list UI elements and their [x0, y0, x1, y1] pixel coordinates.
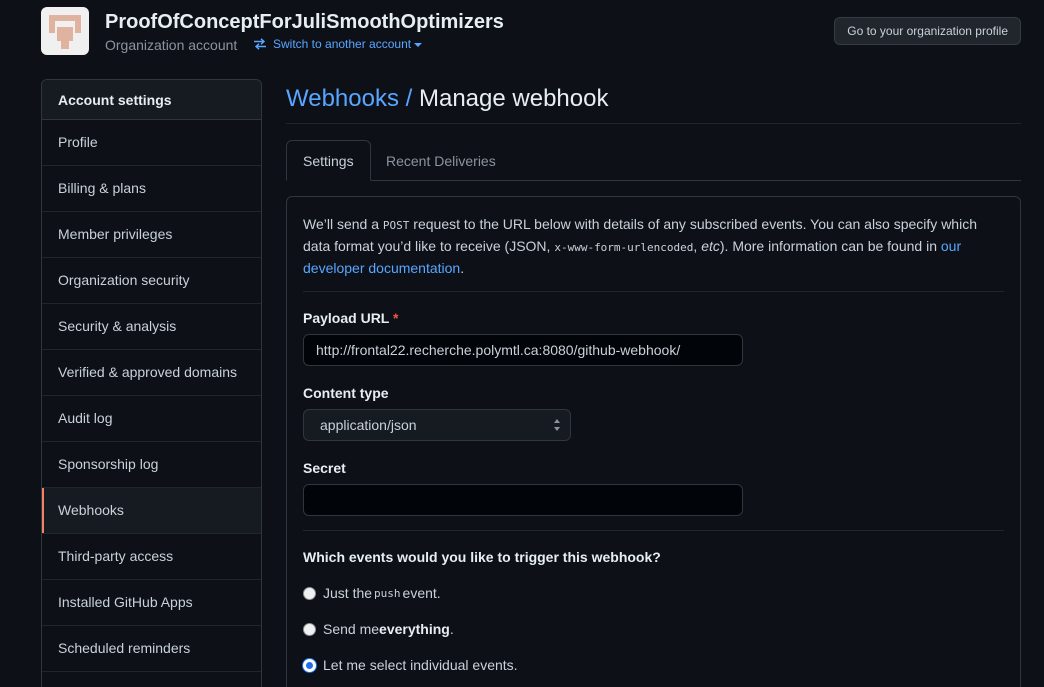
radio-just-push[interactable]: Just the push event.: [303, 583, 1004, 603]
sidebar-item-security-analysis[interactable]: Security & analysis: [42, 304, 261, 350]
radio-select-individual[interactable]: Let me select individual events.: [303, 655, 1004, 675]
sidebar-heading: Account settings: [42, 80, 261, 120]
arrow-switch-icon: [254, 38, 266, 50]
payload-url-input[interactable]: http://frontal22.recherche.polymtl.ca:80…: [303, 334, 743, 366]
payload-url-label: Payload URL *: [303, 310, 399, 326]
sidebar-item-billing[interactable]: Billing & plans: [42, 166, 261, 212]
secret-input[interactable]: [303, 484, 743, 516]
main-content: Webhooks / Manage webhook Settings Recen…: [286, 79, 1021, 687]
sidebar-item-installed-apps[interactable]: Installed GitHub Apps: [42, 580, 261, 626]
webhook-form: We’ll send a POST request to the URL bel…: [286, 196, 1021, 687]
org-account-type: Organization account: [105, 37, 238, 53]
sidebar-item-profile[interactable]: Profile: [42, 120, 261, 166]
sidebar-item-webhooks[interactable]: Webhooks: [42, 488, 261, 534]
secret-label: Secret: [303, 460, 346, 476]
divider: [303, 530, 1004, 531]
events-question: Which events would you like to trigger t…: [303, 549, 661, 565]
sidebar-item-sponsorship-log[interactable]: Sponsorship log: [42, 442, 261, 488]
sidebar-item-verified-domains[interactable]: Verified & approved domains: [42, 350, 261, 396]
org-avatar[interactable]: [41, 7, 89, 55]
tab-bar: Settings Recent Deliveries: [286, 140, 1021, 181]
post-method-code: POST: [382, 219, 410, 232]
switch-account-link[interactable]: Switch to another account: [253, 37, 423, 51]
radio-button-checked[interactable]: [303, 658, 316, 672]
tab-recent-deliveries[interactable]: Recent Deliveries: [370, 140, 512, 181]
sidebar-item-scheduled-reminders[interactable]: Scheduled reminders: [42, 626, 261, 672]
format-code: x-www-form-urlencoded: [554, 241, 694, 254]
radio-button[interactable]: [303, 622, 316, 636]
sidebar-item-organization-security[interactable]: Organization security: [42, 258, 261, 304]
settings-sidebar: Account settings Profile Billing & plans…: [41, 79, 262, 687]
breadcrumb-separator: /: [405, 85, 413, 112]
radio-send-everything[interactable]: Send me everything.: [303, 619, 1004, 639]
content-type-select[interactable]: application/json: [303, 409, 571, 441]
content-type-label: Content type: [303, 385, 389, 401]
page-title: Webhooks / Manage webhook: [286, 79, 1021, 124]
chevron-down-icon: [414, 43, 423, 47]
required-marker: *: [393, 310, 399, 326]
breadcrumb-webhooks-link[interactable]: Webhooks: [286, 85, 399, 112]
radio-button[interactable]: [303, 586, 316, 600]
content-type-value: application/json: [320, 417, 417, 433]
org-profile-button[interactable]: Go to your organization profile: [834, 17, 1021, 45]
tab-settings[interactable]: Settings: [286, 140, 371, 181]
sidebar-item-third-party-access[interactable]: Third-party access: [42, 534, 261, 580]
intro-text: We’ll send a POST request to the URL bel…: [303, 216, 977, 276]
sidebar-item-audit-log[interactable]: Audit log: [42, 396, 261, 442]
page-title-text: Manage webhook: [418, 85, 609, 112]
sidebar-item-member-privileges[interactable]: Member privileges: [42, 212, 261, 258]
divider: [303, 291, 1004, 292]
org-name[interactable]: ProofOfConceptForJuliSmoothOptimizers: [105, 11, 504, 34]
org-header: ProofOfConceptForJuliSmoothOptimizers Or…: [41, 7, 1021, 57]
switch-account-label: Switch to another account: [273, 37, 412, 51]
select-arrows-icon: [554, 419, 561, 431]
